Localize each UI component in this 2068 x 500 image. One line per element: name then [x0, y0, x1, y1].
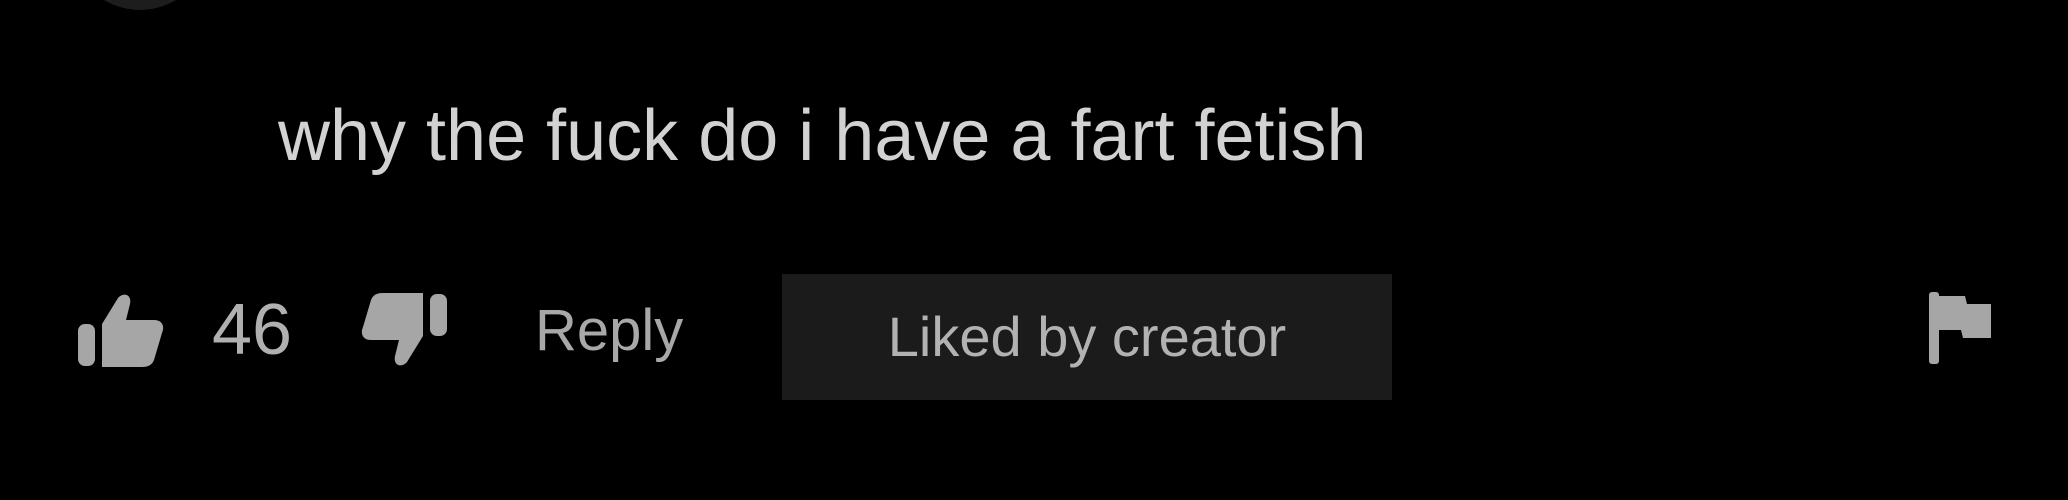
- like-button[interactable]: [70, 280, 170, 380]
- comment-card: why the fuck do i have a fart fetish 46 …: [0, 0, 2068, 500]
- report-button[interactable]: [1918, 278, 2002, 378]
- flag-icon: [1929, 292, 1991, 364]
- thumbs-up-icon: [78, 294, 164, 367]
- liked-by-creator-badge: Liked by creator: [782, 274, 1392, 400]
- like-count: 46: [212, 290, 293, 370]
- liked-by-creator-label: Liked by creator: [887, 305, 1287, 368]
- comment-action-bar: 46 Reply Liked by creator: [0, 270, 2068, 400]
- comment-text: why the fuck do i have a fart fetish: [278, 96, 1367, 176]
- avatar[interactable]: [70, 0, 210, 10]
- dislike-button[interactable]: [355, 280, 455, 380]
- thumbs-down-icon: [361, 293, 447, 366]
- reply-button[interactable]: Reply: [535, 298, 683, 364]
